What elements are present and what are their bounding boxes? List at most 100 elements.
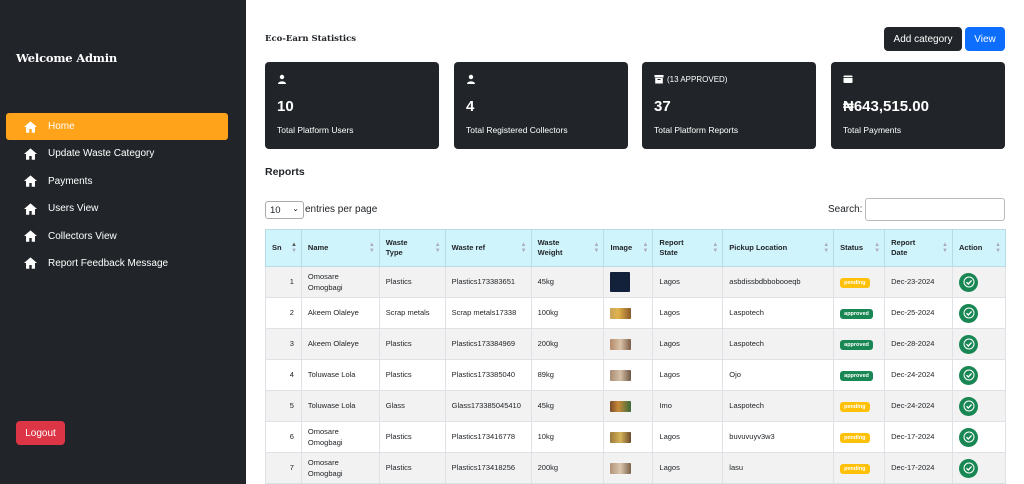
cell-status: approved: [833, 328, 886, 360]
sort-icon: ▲ ▼: [520, 242, 527, 254]
view-button[interactable]: View: [965, 27, 1005, 51]
cell-waste-type: Plastics: [378, 452, 446, 484]
col-report-state[interactable]: Report State ▲ ▼: [652, 229, 724, 267]
sidebar-item-payments[interactable]: Payments: [6, 168, 228, 195]
waste-image-thumbnail[interactable]: [610, 338, 632, 350]
home-icon: [23, 257, 37, 270]
cell-sn: 6: [265, 421, 302, 453]
entries-per-page-select[interactable]: 10 ⌄: [265, 201, 304, 219]
col-sn[interactable]: Sn ▲ ▼: [265, 229, 302, 267]
col-pickup-location[interactable]: Pickup Location ▲ ▼: [722, 229, 835, 267]
entries-per-page-label: entries per page: [305, 204, 378, 215]
user-icon: [278, 74, 286, 84]
cell-waste-weight: 10kg: [530, 421, 605, 453]
status-badge: pending: [840, 463, 870, 475]
entries-select-value: 10: [270, 204, 281, 216]
approve-action-button[interactable]: [959, 334, 978, 354]
col-image[interactable]: Image ▲ ▼: [603, 229, 654, 267]
waste-image-thumbnail[interactable]: [610, 431, 632, 443]
col-waste-weight[interactable]: Waste Weight ▲ ▼: [530, 229, 605, 267]
approve-action-button[interactable]: [959, 365, 978, 385]
cell-waste-weight: 45kg: [530, 266, 605, 298]
col-status[interactable]: Status ▲ ▼: [833, 229, 886, 267]
col-waste-ref[interactable]: Waste ref ▲ ▼: [444, 229, 532, 267]
stat-card-collectors: 4 Total Registered Collectors: [454, 62, 628, 149]
sidebar-item-label: Collectors View: [48, 230, 117, 242]
add-category-button[interactable]: Add category: [884, 27, 962, 51]
cell-pickup-location: buvuvuyv3w3: [722, 421, 835, 453]
status-badge: approved: [840, 370, 873, 382]
cell-name: Toluwase Lola: [300, 390, 380, 422]
card-value: 10: [277, 98, 294, 115]
sidebar-item-report-feedback-message[interactable]: Report Feedback Message: [6, 250, 228, 277]
cell-report-state: Lagos: [652, 452, 724, 484]
card-head-text: (13 APPROVED): [667, 74, 728, 84]
col-name[interactable]: Name ▲ ▼: [300, 229, 380, 267]
cell-waste-ref: Plastics173418256: [444, 452, 532, 484]
cell-report-state: Lagos: [652, 328, 724, 360]
sort-icon: ▲ ▼: [368, 242, 375, 254]
cell-image: [603, 452, 654, 484]
sidebar-item-users-view[interactable]: Users View: [6, 195, 228, 222]
waste-image-thumbnail[interactable]: [610, 369, 632, 381]
sort-icon: ▲ ▼: [712, 242, 719, 254]
check-icon: [963, 338, 974, 350]
approve-action-button[interactable]: [959, 272, 978, 292]
search-input[interactable]: [865, 198, 1005, 221]
cell-waste-ref: Plastics173416778: [444, 421, 532, 453]
check-icon: [963, 400, 974, 412]
sort-icon: ▲ ▼: [995, 242, 1001, 254]
col-report-date[interactable]: Report Date ▲ ▼: [884, 229, 953, 267]
cell-waste-type: Glass: [378, 390, 446, 422]
approve-action-button[interactable]: [959, 303, 978, 323]
approve-action-button[interactable]: [959, 458, 978, 478]
cell-pickup-location: Laspotech: [722, 390, 835, 422]
cell-waste-ref: Glass173385045410: [444, 390, 532, 422]
waste-image-thumbnail[interactable]: [610, 307, 632, 319]
logout-button[interactable]: Logout: [16, 421, 65, 445]
cell-pickup-location: asbdissbdbbobooeqb: [722, 266, 835, 298]
col-action[interactable]: Action ▲ ▼: [952, 229, 1006, 267]
cell-pickup-location: lasu: [722, 452, 835, 484]
cell-pickup-location: Laspotech: [722, 297, 835, 329]
cell-report-state: Imo: [652, 390, 724, 422]
waste-image-thumbnail[interactable]: [610, 400, 632, 412]
card-value: 37: [654, 98, 671, 115]
table-row: 3 Akeem Olaleye Plastics Plastics173384969 2…: [265, 328, 1006, 360]
sidebar-item-update-waste-category[interactable]: Update Waste Category: [6, 140, 228, 167]
chevron-down-icon: ⌄: [292, 204, 299, 213]
cell-report-date: Dec-24-2024: [884, 390, 953, 422]
sidebar-item-label: Update Waste Category: [48, 148, 155, 160]
home-icon: [23, 202, 37, 215]
sidebar-item-collectors-view[interactable]: Collectors View: [6, 223, 228, 250]
cell-waste-ref: Plastics173383651: [444, 266, 532, 298]
cell-report-date: Dec-17-2024: [884, 452, 953, 484]
cell-image: [603, 421, 654, 453]
table-row: 1 Omosare Omogbagi Plastics Plastics1733836…: [265, 266, 1006, 298]
cell-name: Akeem Olaleye: [300, 328, 380, 360]
main-content: Eco-Earn Statistics Add category View 10…: [246, 0, 1024, 484]
approve-action-button[interactable]: [959, 427, 978, 447]
table-row: 4 Toluwase Lola Plastics Plastics173385040 8…: [265, 359, 1006, 391]
approve-action-button[interactable]: [959, 396, 978, 416]
sort-icon: ▲ ▼: [593, 242, 600, 254]
card-label: Total Platform Users: [277, 125, 354, 135]
home-icon: [23, 175, 37, 187]
card-value: 4: [466, 98, 475, 115]
stat-card-reports: (13 APPROVED) 37 Total Platform Reports: [642, 62, 816, 149]
table-body: 1 Omosare Omogbagi Plastics Plastics1733836…: [265, 266, 1006, 484]
waste-image-thumbnail[interactable]: [610, 462, 632, 474]
cell-image: [603, 359, 654, 391]
wallet-icon: [843, 75, 853, 83]
waste-image-thumbnail[interactable]: [610, 272, 631, 292]
cell-image: [603, 390, 654, 422]
check-icon: [963, 307, 974, 319]
cell-report-date: Dec-25-2024: [884, 297, 953, 329]
sidebar-item-home[interactable]: Home: [6, 113, 228, 140]
sort-icon: ▲ ▼: [874, 242, 881, 254]
col-waste-type[interactable]: Waste Type ▲ ▼: [378, 229, 446, 267]
cell-waste-type: Plastics: [378, 328, 446, 360]
card-value: ₦643,515.00: [843, 98, 929, 115]
cell-report-state: Lagos: [652, 266, 724, 298]
cell-sn: 4: [265, 359, 302, 391]
